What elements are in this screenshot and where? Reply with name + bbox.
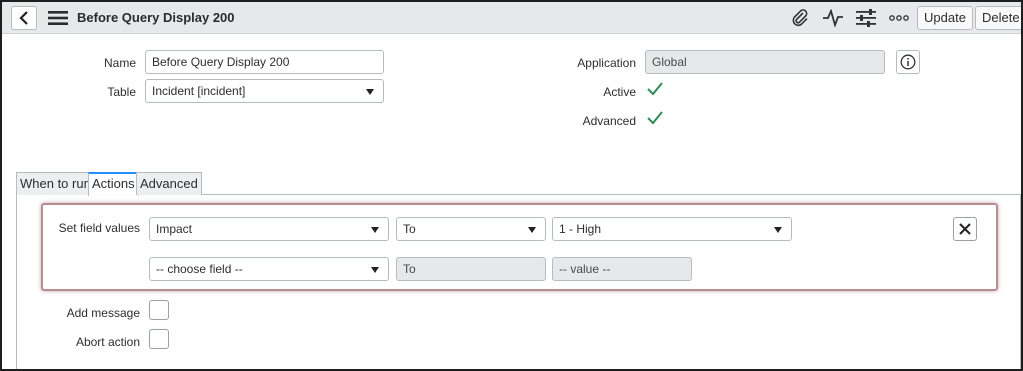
table-label: Table — [107, 85, 136, 99]
abort-action-label: Abort action — [75, 335, 140, 349]
update-button[interactable]: Update — [917, 6, 973, 30]
form-window: Before Query Display 200 Update Delete N… — [0, 0, 1023, 371]
name-field[interactable]: Before Query Display 200 — [145, 50, 384, 74]
activity-icon — [823, 9, 843, 27]
field-value-1: Impact — [156, 222, 193, 236]
remove-field-button[interactable] — [953, 217, 977, 241]
tab-when-to-run[interactable]: When to run — [16, 172, 95, 195]
operator-value-2: To — [403, 262, 416, 276]
hamburger-menu-icon[interactable] — [48, 10, 68, 26]
checkmark-icon — [647, 82, 663, 96]
more-options-icon — [889, 15, 909, 21]
tab-advanced[interactable]: Advanced — [136, 172, 202, 195]
add-message-label: Add message — [66, 306, 140, 320]
chevron-down-icon — [528, 227, 536, 233]
application-field: Global — [645, 50, 885, 74]
activity-stream-button[interactable] — [822, 8, 844, 28]
chevron-down-icon — [371, 227, 379, 233]
set-field-values-label: Set field values — [58, 221, 140, 235]
operator-select-1[interactable]: To — [396, 217, 546, 241]
table-select[interactable]: Incident [incident] — [145, 79, 384, 103]
tab-actions[interactable]: Actions — [88, 172, 139, 196]
attachment-button[interactable] — [789, 8, 811, 28]
back-button[interactable] — [11, 6, 37, 30]
form-header: Before Query Display 200 Update Delete — [2, 2, 1021, 34]
value-value-2: -- value -- — [559, 262, 611, 276]
name-label: Name — [103, 56, 136, 70]
name-value: Before Query Display 200 — [152, 55, 290, 69]
value-value-1: 1 - High — [559, 222, 602, 236]
more-options-button[interactable] — [888, 8, 910, 28]
info-icon — [900, 54, 916, 70]
settings-sliders-icon — [856, 9, 876, 27]
value-field-2: -- value -- — [552, 257, 692, 281]
field-select-1[interactable]: Impact — [149, 217, 389, 241]
operator-value-1: To — [403, 222, 416, 236]
add-message-checkbox[interactable] — [149, 300, 169, 320]
chevron-down-icon — [366, 89, 374, 95]
delete-button[interactable]: Delete — [975, 6, 1021, 30]
field-value-2: -- choose field -- — [156, 262, 243, 276]
paperclip-icon — [792, 9, 808, 27]
active-label: Active — [603, 85, 636, 99]
application-value: Global — [652, 55, 687, 69]
advanced-label: Advanced — [582, 114, 636, 128]
form-title: Before Query Display 200 — [77, 10, 235, 25]
active-checkbox[interactable] — [645, 79, 665, 99]
value-select-1[interactable]: 1 - High — [552, 217, 792, 241]
application-info-button[interactable] — [896, 50, 920, 74]
close-icon — [959, 223, 971, 235]
personalize-button[interactable] — [855, 8, 877, 28]
advanced-checkbox[interactable] — [645, 108, 665, 128]
application-label: Application — [577, 56, 636, 70]
abort-action-checkbox[interactable] — [149, 329, 169, 349]
operator-field-2: To — [396, 257, 546, 281]
table-value: Incident [incident] — [152, 84, 246, 98]
checkmark-icon — [647, 111, 663, 125]
back-icon — [19, 11, 28, 25]
chevron-down-icon — [774, 227, 782, 233]
chevron-down-icon — [371, 267, 379, 273]
field-select-2[interactable]: -- choose field -- — [149, 257, 389, 281]
